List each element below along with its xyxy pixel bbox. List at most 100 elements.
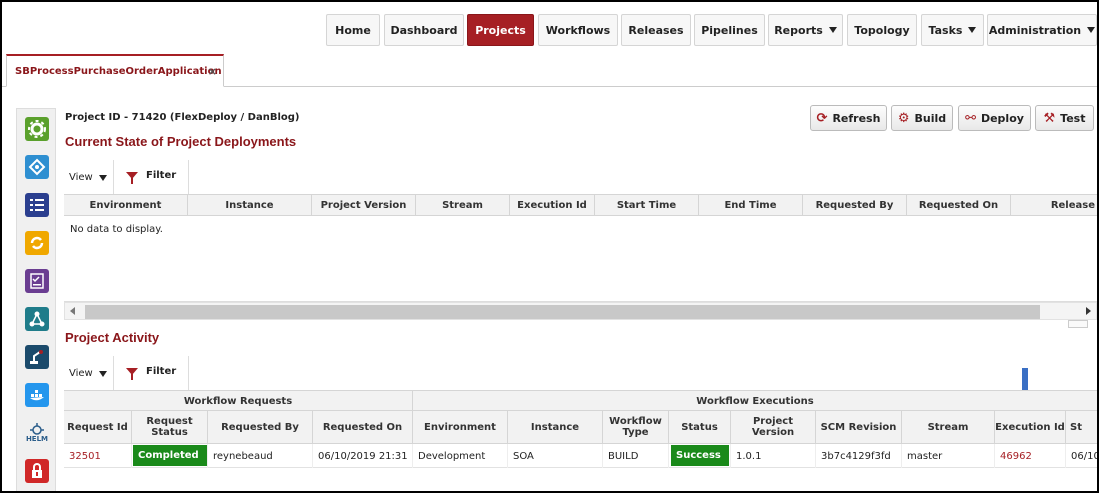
col-environment[interactable]: Environment xyxy=(413,411,508,443)
execution-id-link[interactable]: 46962 xyxy=(995,444,1066,468)
refresh-button[interactable]: ⟳ Refresh xyxy=(810,105,887,131)
col-execution-id[interactable]: Execution Id xyxy=(510,195,595,215)
nav-dashboard-label: Dashboard xyxy=(390,23,458,37)
nav-tasks-label: Tasks xyxy=(928,23,963,37)
nav-workflows[interactable]: Workflows xyxy=(538,14,618,46)
top-navigation: Home Dashboard Projects Workflows Releas… xyxy=(2,2,1097,50)
docker-icon[interactable] xyxy=(25,383,49,407)
integration-icon[interactable] xyxy=(25,155,49,179)
tab-strip: SBProcessPurchaseOrderApplication × xyxy=(2,54,1097,87)
refresh-label: Refresh xyxy=(832,111,881,125)
col-project-version[interactable]: Project Version xyxy=(312,195,416,215)
nav-projects[interactable]: Projects xyxy=(467,14,534,46)
table-row[interactable]: 32501 Completed reynebeaud 06/10/2019 21… xyxy=(64,444,1097,468)
build-label: Build xyxy=(914,111,947,125)
nav-workflows-label: Workflows xyxy=(545,23,611,37)
refresh-icon: ⟳ xyxy=(816,110,828,126)
scrollbar-thumb[interactable] xyxy=(85,305,1040,319)
scroll-left-icon[interactable] xyxy=(70,307,75,315)
helm-label: HELM xyxy=(25,435,49,443)
divider xyxy=(113,356,114,390)
col-stream[interactable]: Stream xyxy=(902,411,995,443)
nav-reports[interactable]: Reports xyxy=(768,14,843,46)
request-id-link[interactable]: 32501 xyxy=(64,444,132,468)
empty-message: No data to display. xyxy=(70,224,163,235)
col-stream[interactable]: Stream xyxy=(416,195,510,215)
nav-topology[interactable]: Topology xyxy=(847,14,917,46)
col-release[interactable]: Release xyxy=(1011,195,1097,215)
build-button[interactable]: ⚙ Build xyxy=(891,105,953,131)
environment-cell: Development xyxy=(413,444,508,468)
col-start-time[interactable]: Start Time xyxy=(595,195,699,215)
scm-revision-cell: 3b7c4129f3fd xyxy=(816,444,902,468)
nav-home[interactable]: Home xyxy=(326,14,380,46)
request-status-cell: Completed xyxy=(132,444,208,468)
nav-dashboard[interactable]: Dashboard xyxy=(384,14,464,46)
col-instance[interactable]: Instance xyxy=(508,411,603,443)
col-request-status[interactable]: Request Status xyxy=(132,411,208,443)
filter-button[interactable]: Filter xyxy=(126,170,177,184)
group-workflow-requests: Workflow Requests xyxy=(64,391,413,411)
nav-topology-label: Topology xyxy=(854,23,910,37)
nav-administration-label: Administration xyxy=(988,23,1082,37)
view-label: View xyxy=(69,368,93,379)
tab-project-label: SBProcessPurchaseOrderApplication xyxy=(15,65,222,77)
filter-button[interactable]: Filter xyxy=(126,366,177,380)
horizontal-scrollbar[interactable] xyxy=(64,302,1097,320)
filter-icon xyxy=(126,172,138,184)
instance-cell: SOA xyxy=(508,444,603,468)
collapse-handle[interactable] xyxy=(1068,320,1088,328)
scroll-right-icon[interactable] xyxy=(1086,307,1091,315)
topology-icon[interactable] xyxy=(25,307,49,331)
col-start-truncated[interactable]: St xyxy=(1066,411,1097,443)
divider xyxy=(188,356,189,390)
robot-arm-icon[interactable] xyxy=(25,345,49,369)
col-environment[interactable]: Environment xyxy=(64,195,188,215)
col-end-time[interactable]: End Time xyxy=(699,195,803,215)
col-request-id[interactable]: Request Id xyxy=(64,411,132,443)
col-scm-revision[interactable]: SCM Revision xyxy=(816,411,902,443)
nav-administration[interactable]: Administration xyxy=(987,14,1097,46)
col-execution-id[interactable]: Execution Id xyxy=(995,411,1066,443)
deploy-label: Deploy xyxy=(980,111,1024,125)
view-label: View xyxy=(69,172,93,183)
lock-icon[interactable] xyxy=(25,459,49,483)
test-button[interactable]: ⚒ Test xyxy=(1035,105,1094,131)
nav-tasks[interactable]: Tasks xyxy=(921,14,984,46)
project-id: Project ID - 71420 (FlexDeploy / DanBlog… xyxy=(65,112,300,123)
divider xyxy=(188,160,189,194)
view-menu[interactable]: View xyxy=(69,172,107,183)
filter-label: Filter xyxy=(146,170,177,181)
col-project-version[interactable]: Project Version xyxy=(731,411,816,443)
col-requested-by[interactable]: Requested By xyxy=(803,195,907,215)
col-requested-by[interactable]: Requested By xyxy=(208,411,313,443)
close-icon[interactable]: × xyxy=(208,65,217,78)
nav-releases[interactable]: Releases xyxy=(621,14,691,46)
col-workflow-type[interactable]: Workflow Type xyxy=(603,411,669,443)
chevron-down-icon xyxy=(98,370,107,377)
gear-icon[interactable] xyxy=(25,117,49,141)
col-instance[interactable]: Instance xyxy=(188,195,312,215)
gear-icon: ⚙ xyxy=(897,110,910,126)
view-menu[interactable]: View xyxy=(69,368,107,379)
deploy-button[interactable]: ⚯ Deploy xyxy=(958,105,1031,131)
tab-project[interactable]: SBProcessPurchaseOrderApplication × xyxy=(6,54,224,87)
nav-reports-label: Reports xyxy=(774,23,823,37)
col-requested-on[interactable]: Requested On xyxy=(313,411,413,443)
sync-icon[interactable] xyxy=(25,231,49,255)
col-status[interactable]: Status xyxy=(669,411,731,443)
nav-pipelines[interactable]: Pipelines xyxy=(694,14,765,46)
checklist-icon[interactable] xyxy=(25,269,49,293)
col-requested-on[interactable]: Requested On xyxy=(907,195,1011,215)
filter-icon xyxy=(126,368,138,380)
nav-pipelines-label: Pipelines xyxy=(701,23,758,37)
deploy-icon: ⚯ xyxy=(965,110,976,126)
filter-label: Filter xyxy=(146,366,177,377)
status-badge: Success xyxy=(671,445,729,466)
project-version-cell: 1.0.1 xyxy=(731,444,816,468)
chevron-down-icon xyxy=(968,27,977,33)
project-content: Project ID - 71420 (FlexDeploy / DanBlog… xyxy=(64,102,1097,491)
nav-home-label: Home xyxy=(335,23,371,37)
helm-icon[interactable]: HELM xyxy=(25,421,49,445)
properties-icon[interactable] xyxy=(25,193,49,217)
